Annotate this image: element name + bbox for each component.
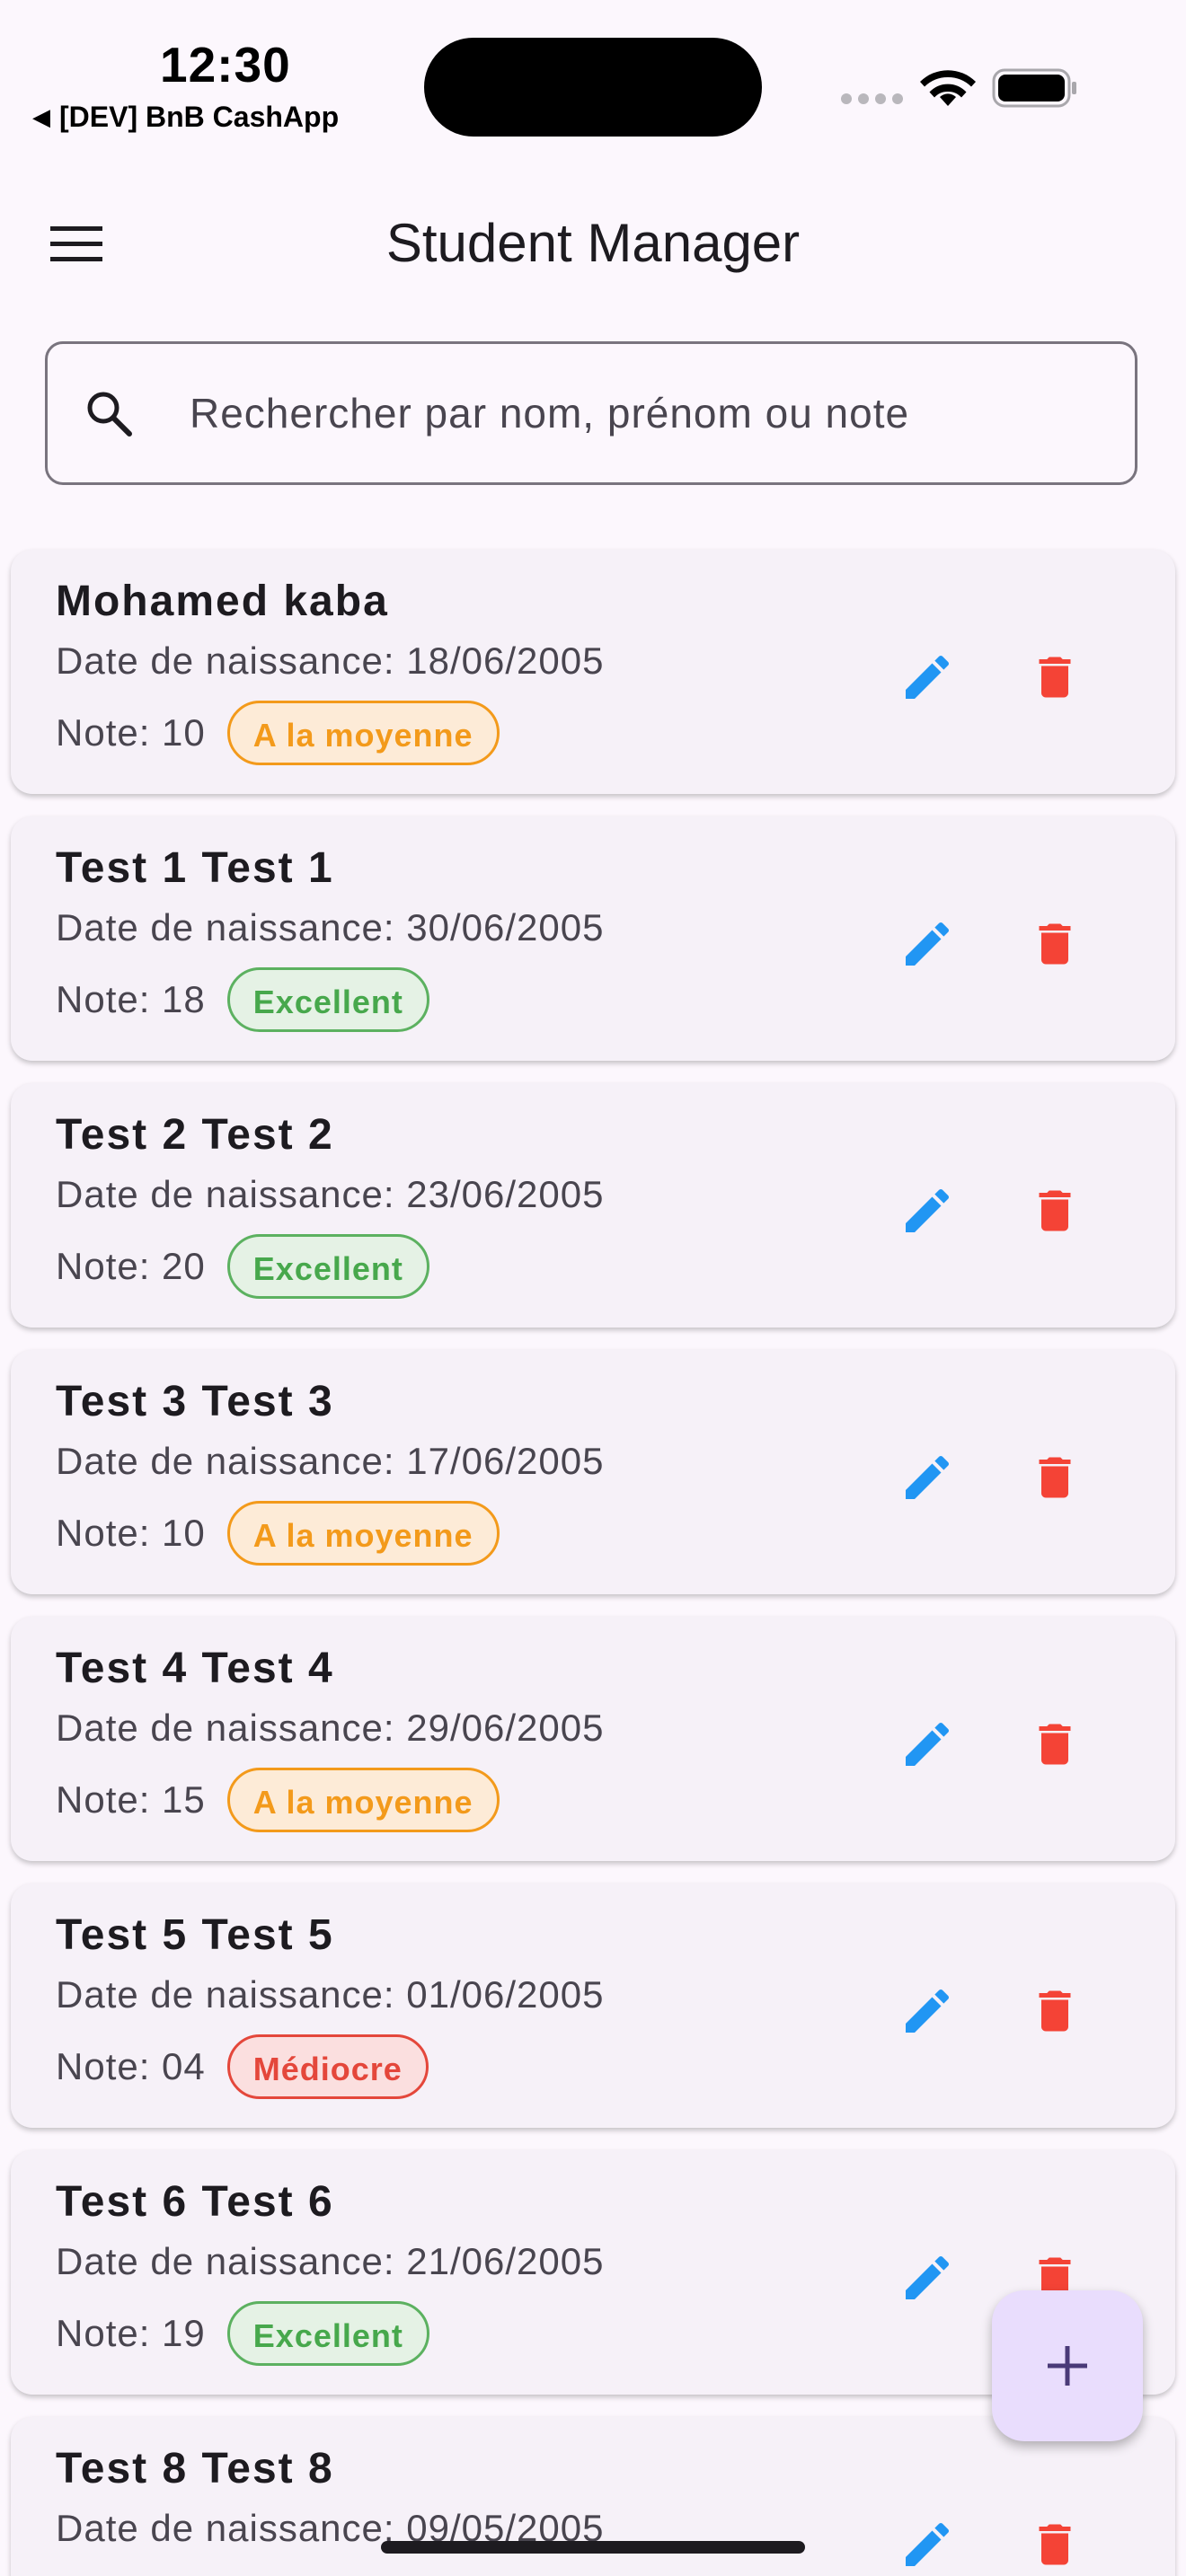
student-card[interactable]: Test 3 Test 3 Date de naissance: 17/06/20… xyxy=(11,1350,1175,1594)
student-card[interactable]: Mohamed kaba Date de naissance: 18/06/200… xyxy=(11,550,1175,794)
edit-student-button[interactable] xyxy=(882,1166,972,1256)
status-time: 12:30 xyxy=(160,37,291,93)
note-row: Note: 10 A la moyenne xyxy=(56,701,500,765)
edit-student-button[interactable] xyxy=(882,1699,972,1789)
grade-badge: Excellent xyxy=(226,1234,429,1299)
trash-icon xyxy=(1039,1190,1071,1231)
trash-icon xyxy=(1039,1457,1071,1498)
student-note: Note: 18 xyxy=(56,978,206,1020)
grade-badge: Excellent xyxy=(226,967,429,1032)
student-birthdate: Date de naissance: 17/06/2005 xyxy=(56,1440,605,1482)
grade-badge: A la moyenne xyxy=(226,1501,500,1566)
grade-badge: Médiocre xyxy=(226,2034,429,2099)
student-note: Note: 20 xyxy=(56,1245,206,1287)
pencil-icon xyxy=(906,655,950,699)
student-birthdate: Date de naissance: 30/06/2005 xyxy=(56,906,605,948)
cellular-signal-icon xyxy=(841,93,903,104)
student-note: Note: 04 xyxy=(56,2045,206,2087)
delete-student-button[interactable] xyxy=(1010,1166,1100,1256)
edit-student-button[interactable] xyxy=(882,1966,972,2056)
add-student-button[interactable] xyxy=(992,2290,1143,2441)
plus-icon xyxy=(1048,2346,1087,2386)
student-note: Note: 19 xyxy=(56,2312,206,2354)
student-birthdate: Date de naissance: 29/06/2005 xyxy=(56,1707,605,1749)
edit-student-button[interactable] xyxy=(882,899,972,989)
search-icon xyxy=(87,392,132,437)
screen: 12:30 ◀ [DEV] BnB CashApp Student Manage… xyxy=(0,0,1186,2576)
student-note: Note: 10 xyxy=(56,1512,206,1554)
note-row: Note: 19 Excellent xyxy=(56,2301,429,2366)
battery-icon xyxy=(992,68,1076,108)
student-name: Test 4 Test 4 xyxy=(56,1645,334,1692)
student-card[interactable]: Test 2 Test 2 Date de naissance: 23/06/20… xyxy=(11,1083,1175,1328)
student-card[interactable]: Test 4 Test 4 Date de naissance: 29/06/20… xyxy=(11,1617,1175,1861)
student-card[interactable]: Test 5 Test 5 Date de naissance: 01/06/20… xyxy=(11,1883,1175,2128)
student-name: Test 3 Test 3 xyxy=(56,1378,334,1425)
trash-icon xyxy=(1039,657,1071,698)
trash-icon xyxy=(1039,2524,1071,2565)
search-input[interactable] xyxy=(188,388,1090,438)
trash-icon xyxy=(1039,923,1071,965)
grade-badge: A la moyenne xyxy=(226,701,500,765)
trash-icon xyxy=(1039,1724,1071,1765)
edit-student-button[interactable] xyxy=(882,2233,972,2323)
delete-student-button[interactable] xyxy=(1010,632,1100,722)
search-box[interactable] xyxy=(45,341,1137,485)
note-row: Note: 15 A la moyenne xyxy=(56,1768,500,1832)
delete-student-button[interactable] xyxy=(1010,1966,1100,2056)
student-birthdate: Date de naissance: 01/06/2005 xyxy=(56,1973,605,2016)
delete-student-button[interactable] xyxy=(1010,899,1100,989)
student-name: Mohamed kaba xyxy=(56,578,389,625)
edit-student-button[interactable] xyxy=(882,2500,972,2576)
student-note: Note: 10 xyxy=(56,711,206,754)
student-name: Test 6 Test 6 xyxy=(56,2178,334,2226)
home-indicator xyxy=(381,2541,805,2554)
delete-student-button[interactable] xyxy=(1010,1699,1100,1789)
note-row: Note: 20 Excellent xyxy=(56,1234,429,1299)
wifi-icon xyxy=(920,70,976,106)
back-to-app-link[interactable]: ◀ [DEV] BnB CashApp xyxy=(32,101,339,134)
grade-badge: Excellent xyxy=(226,2301,429,2366)
pencil-icon xyxy=(906,1188,950,1232)
trash-icon xyxy=(1039,1990,1071,2032)
student-card[interactable]: Test 1 Test 1 Date de naissance: 30/06/20… xyxy=(11,816,1175,1061)
back-triangle-icon: ◀ xyxy=(32,103,50,130)
pencil-icon xyxy=(906,1722,950,1766)
dynamic-island xyxy=(424,38,762,137)
page-title: Student Manager xyxy=(385,213,801,273)
edit-student-button[interactable] xyxy=(882,632,972,722)
note-row: Note: 18 Excellent xyxy=(56,967,429,1032)
pencil-icon xyxy=(906,922,950,966)
student-name: Test 8 Test 8 xyxy=(56,2445,334,2492)
pencil-icon xyxy=(906,1455,950,1499)
student-name: Test 5 Test 5 xyxy=(56,1911,334,1959)
edit-student-button[interactable] xyxy=(882,1433,972,1522)
student-name: Test 2 Test 2 xyxy=(56,1111,334,1159)
student-birthdate: Date de naissance: 23/06/2005 xyxy=(56,1173,605,1215)
student-name: Test 1 Test 1 xyxy=(56,844,334,892)
delete-student-button[interactable] xyxy=(1010,1433,1100,1522)
note-row: Note: 04 Médiocre xyxy=(56,2034,429,2099)
student-note: Note: 15 xyxy=(56,1778,206,1821)
back-app-label: [DEV] BnB CashApp xyxy=(59,101,340,133)
pencil-icon xyxy=(906,2522,950,2566)
delete-student-button[interactable] xyxy=(1010,2500,1100,2576)
student-birthdate: Date de naissance: 21/06/2005 xyxy=(56,2240,605,2282)
student-birthdate: Date de naissance: 18/06/2005 xyxy=(56,640,605,682)
pencil-icon xyxy=(906,2255,950,2299)
grade-badge: A la moyenne xyxy=(226,1768,500,1832)
pencil-icon xyxy=(906,1989,950,2033)
note-row: Note: 10 A la moyenne xyxy=(56,1501,500,1566)
